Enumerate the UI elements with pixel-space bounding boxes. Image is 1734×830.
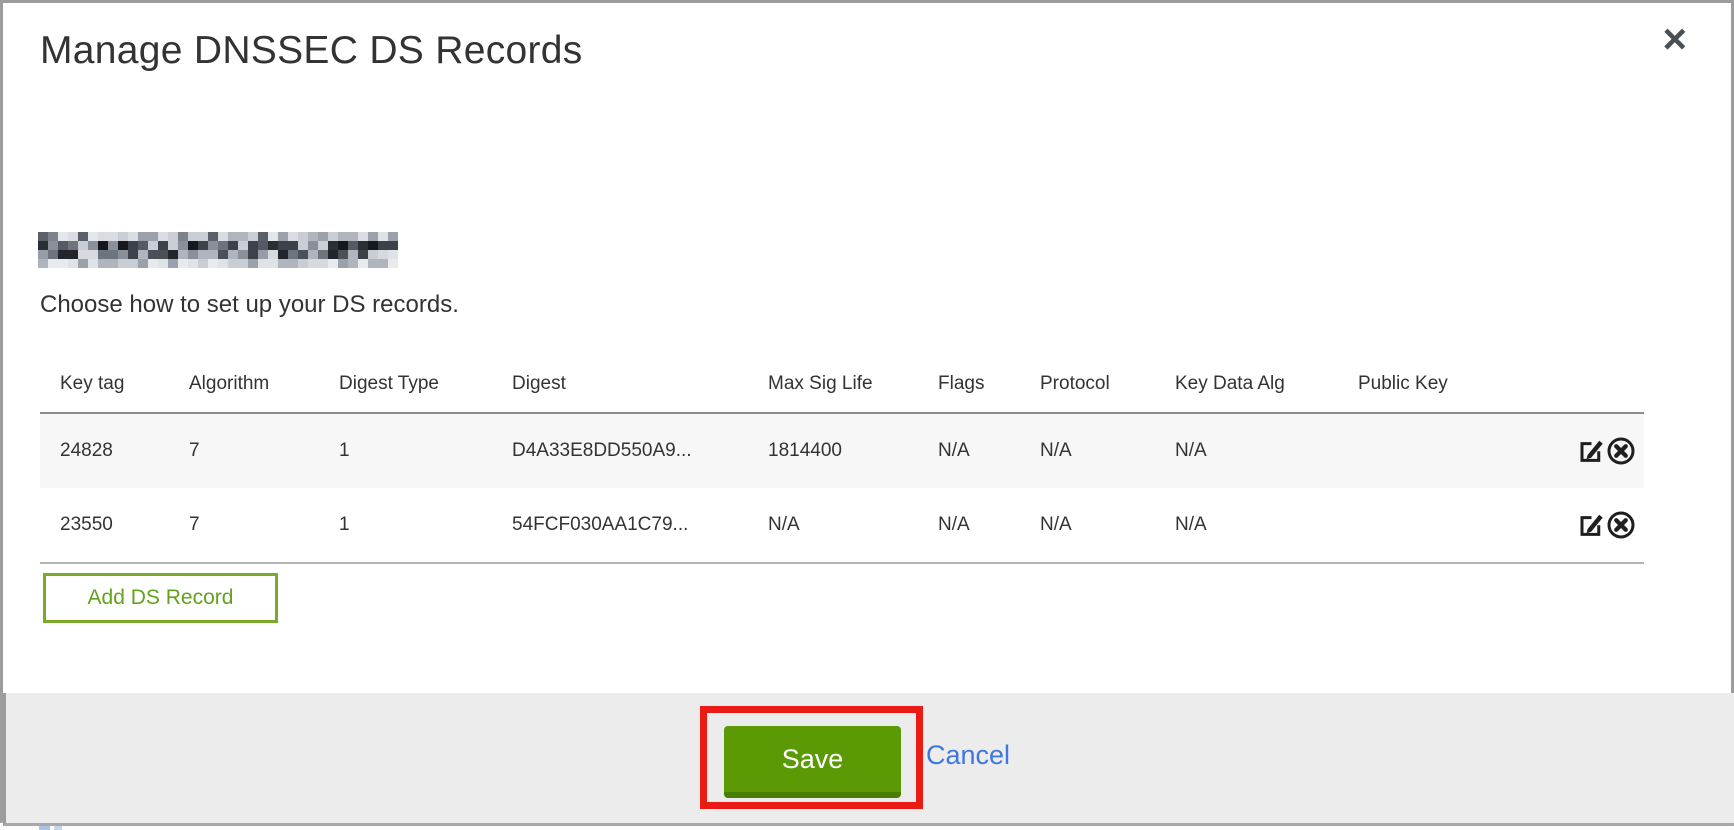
edit-icon[interactable] xyxy=(1576,436,1606,466)
table-header-row: Key tag Algorithm Digest Type Digest Max… xyxy=(40,355,1644,413)
cell-algorithm: 7 xyxy=(169,413,319,488)
cell-digest: D4A33E8DD550A9... xyxy=(492,413,748,488)
cell-key-data-alg: N/A xyxy=(1155,488,1338,563)
cell-public-key xyxy=(1338,488,1550,563)
column-header-algorithm: Algorithm xyxy=(169,355,319,413)
close-icon[interactable]: × xyxy=(1656,17,1693,61)
delete-icon[interactable] xyxy=(1606,510,1636,540)
column-header-digest: Digest xyxy=(492,355,748,413)
table-row: 24828 7 1 D4A33E8DD550A9... 1814400 N/A … xyxy=(40,413,1644,488)
row-actions xyxy=(1550,413,1644,488)
page-background: Manage DNSSEC DS Records × Choose how to… xyxy=(0,0,1734,830)
table-row: 23550 7 1 54FCF030AA1C79... N/A N/A N/A … xyxy=(40,488,1644,563)
column-header-actions xyxy=(1550,355,1644,413)
ds-records-table: Key tag Algorithm Digest Type Digest Max… xyxy=(40,355,1644,564)
cell-key-tag: 24828 xyxy=(40,413,169,488)
edit-icon[interactable] xyxy=(1576,510,1606,540)
column-header-protocol: Protocol xyxy=(1020,355,1155,413)
modal-title: Manage DNSSEC DS Records xyxy=(40,29,583,73)
save-button[interactable]: Save xyxy=(724,726,901,798)
cell-public-key xyxy=(1338,413,1550,488)
add-ds-record-button[interactable]: Add DS Record xyxy=(43,573,278,623)
column-header-key-tag: Key tag xyxy=(40,355,169,413)
domain-name-redacted xyxy=(38,232,398,268)
cancel-link[interactable]: Cancel xyxy=(926,740,1010,771)
cell-digest-type: 1 xyxy=(319,413,492,488)
dnssec-ds-records-modal: Manage DNSSEC DS Records × Choose how to… xyxy=(0,0,1734,823)
cell-protocol: N/A xyxy=(1020,413,1155,488)
cell-flags: N/A xyxy=(918,488,1020,563)
cell-key-tag: 23550 xyxy=(40,488,169,563)
modal-footer: Save Cancel xyxy=(3,693,1734,826)
cell-max-sig-life: 1814400 xyxy=(748,413,918,488)
delete-icon[interactable] xyxy=(1606,436,1636,466)
cell-max-sig-life: N/A xyxy=(748,488,918,563)
column-header-digest-type: Digest Type xyxy=(319,355,492,413)
cell-algorithm: 7 xyxy=(169,488,319,563)
cell-flags: N/A xyxy=(918,413,1020,488)
annotation-highlight-box: Save xyxy=(700,706,923,809)
column-header-flags: Flags xyxy=(918,355,1020,413)
column-header-public-key: Public Key xyxy=(1338,355,1550,413)
cell-key-data-alg: N/A xyxy=(1155,413,1338,488)
cell-digest-type: 1 xyxy=(319,488,492,563)
cell-digest: 54FCF030AA1C79... xyxy=(492,488,748,563)
row-actions xyxy=(1550,488,1644,563)
column-header-max-sig-life: Max Sig Life xyxy=(748,355,918,413)
column-header-key-data-alg: Key Data Alg xyxy=(1155,355,1338,413)
cell-protocol: N/A xyxy=(1020,488,1155,563)
setup-instructions-text: Choose how to set up your DS records. xyxy=(40,291,459,319)
